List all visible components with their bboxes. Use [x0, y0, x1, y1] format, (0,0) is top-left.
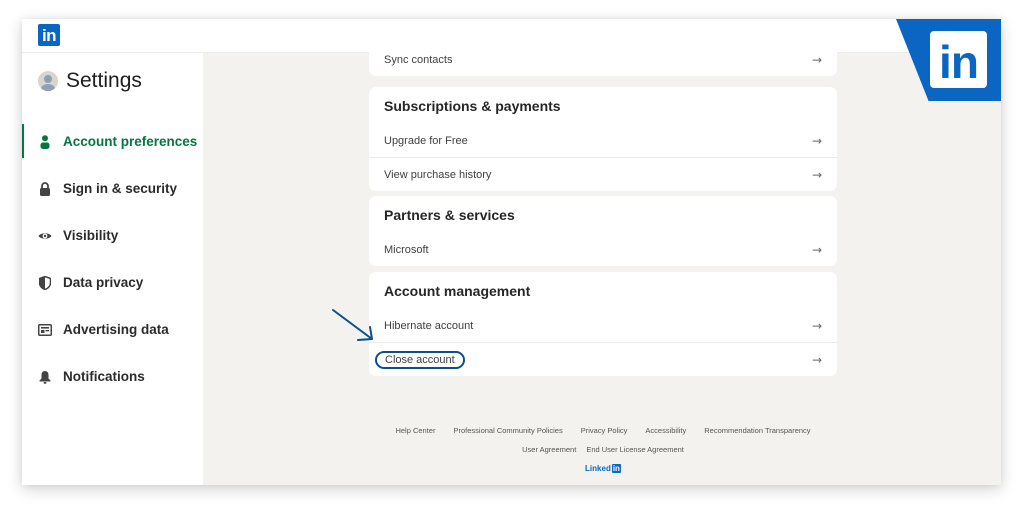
microsoft-row[interactable]: Microsoft → — [369, 233, 837, 266]
footer-linkedin-logo: Linked in — [369, 464, 837, 473]
shield-icon — [38, 275, 52, 290]
settings-header: Settings — [38, 69, 142, 93]
close-account-label[interactable]: Close account — [375, 350, 465, 369]
lock-icon — [38, 181, 52, 196]
sidebar-item-label: Advertising data — [63, 322, 169, 337]
footer-link-community-policies[interactable]: Professional Community Policies — [453, 426, 562, 435]
section-title: Subscriptions & payments — [384, 98, 561, 114]
sidebar-item-advertising-data[interactable]: Advertising data — [22, 306, 203, 353]
row-label: Hibernate account — [384, 319, 474, 332]
footer-link-eula[interactable]: End User License Agreement — [586, 445, 684, 454]
sidebar-item-data-privacy[interactable]: Data privacy — [22, 259, 203, 306]
upgrade-row[interactable]: Upgrade for Free → — [369, 124, 837, 157]
purchase-history-row[interactable]: View purchase history → — [369, 157, 837, 191]
section-title: Partners & services — [384, 207, 515, 223]
footer-link-privacy-policy[interactable]: Privacy Policy — [581, 426, 628, 435]
sync-contacts-row[interactable]: Sync contacts → — [369, 43, 837, 76]
hibernate-account-row[interactable]: Hibernate account → — [369, 309, 837, 342]
partners-card: Partners & services Microsoft → — [369, 196, 837, 266]
footer-links-row-2: User Agreement End User License Agreemen… — [369, 445, 837, 454]
linkedin-logo-icon: in — [930, 31, 987, 88]
arrow-right-icon: → — [811, 167, 822, 182]
footer-link-user-agreement[interactable]: User Agreement — [522, 445, 576, 454]
annotation-arrow-icon — [332, 309, 373, 341]
person-icon — [38, 134, 52, 149]
row-label: Microsoft — [384, 243, 429, 256]
linkedin-logo-icon[interactable]: in — [38, 24, 60, 46]
page-title: Settings — [66, 69, 142, 92]
close-account-row[interactable]: Close account → — [369, 342, 837, 376]
sync-card: Sync contacts → — [369, 43, 837, 76]
row-label: Sync contacts — [384, 53, 453, 66]
bell-icon — [38, 370, 52, 384]
sidebar-item-sign-in-security[interactable]: Sign in & security — [22, 165, 203, 212]
row-label: View purchase history — [384, 168, 492, 181]
ad-card-icon — [38, 323, 52, 337]
arrow-right-icon: → — [811, 133, 822, 148]
sidebar-item-visibility[interactable]: Visibility — [22, 212, 203, 259]
footer-link-accessibility[interactable]: Accessibility — [645, 426, 686, 435]
arrow-right-icon: → — [811, 242, 822, 257]
sidebar-item-notifications[interactable]: Notifications — [22, 353, 203, 400]
sidebar-item-label: Notifications — [63, 369, 145, 384]
settings-window: in Settings Account preferences Sign in … — [22, 19, 1001, 485]
eye-icon — [38, 229, 52, 243]
account-management-card: Account management Hibernate account → C… — [369, 272, 837, 376]
arrow-right-icon: → — [811, 318, 822, 333]
sidebar-item-label: Data privacy — [63, 275, 144, 290]
section-title: Account management — [384, 283, 531, 299]
sidebar-item-label: Account preferences — [63, 134, 198, 149]
footer-links-row-1: Help Center Professional Community Polic… — [369, 426, 837, 435]
arrow-right-icon: → — [811, 352, 822, 367]
avatar[interactable] — [38, 71, 58, 91]
footer-brand-text: Linked — [585, 464, 611, 473]
sidebar-item-account-preferences[interactable]: Account preferences — [22, 118, 203, 165]
footer-link-recommendation-transparency[interactable]: Recommendation Transparency — [704, 426, 810, 435]
arrow-right-icon: → — [811, 52, 822, 67]
row-label: Upgrade for Free — [384, 134, 468, 147]
settings-nav: Account preferences Sign in & security V… — [22, 118, 203, 400]
footer-link-help-center[interactable]: Help Center — [395, 426, 435, 435]
subscriptions-card: Subscriptions & payments Upgrade for Fre… — [369, 87, 837, 191]
sidebar: Settings Account preferences Sign in & s… — [22, 53, 203, 485]
footer: Help Center Professional Community Polic… — [369, 426, 837, 473]
sidebar-item-label: Visibility — [63, 228, 119, 243]
sidebar-item-label: Sign in & security — [63, 181, 178, 196]
linkedin-in-icon: in — [611, 464, 621, 473]
